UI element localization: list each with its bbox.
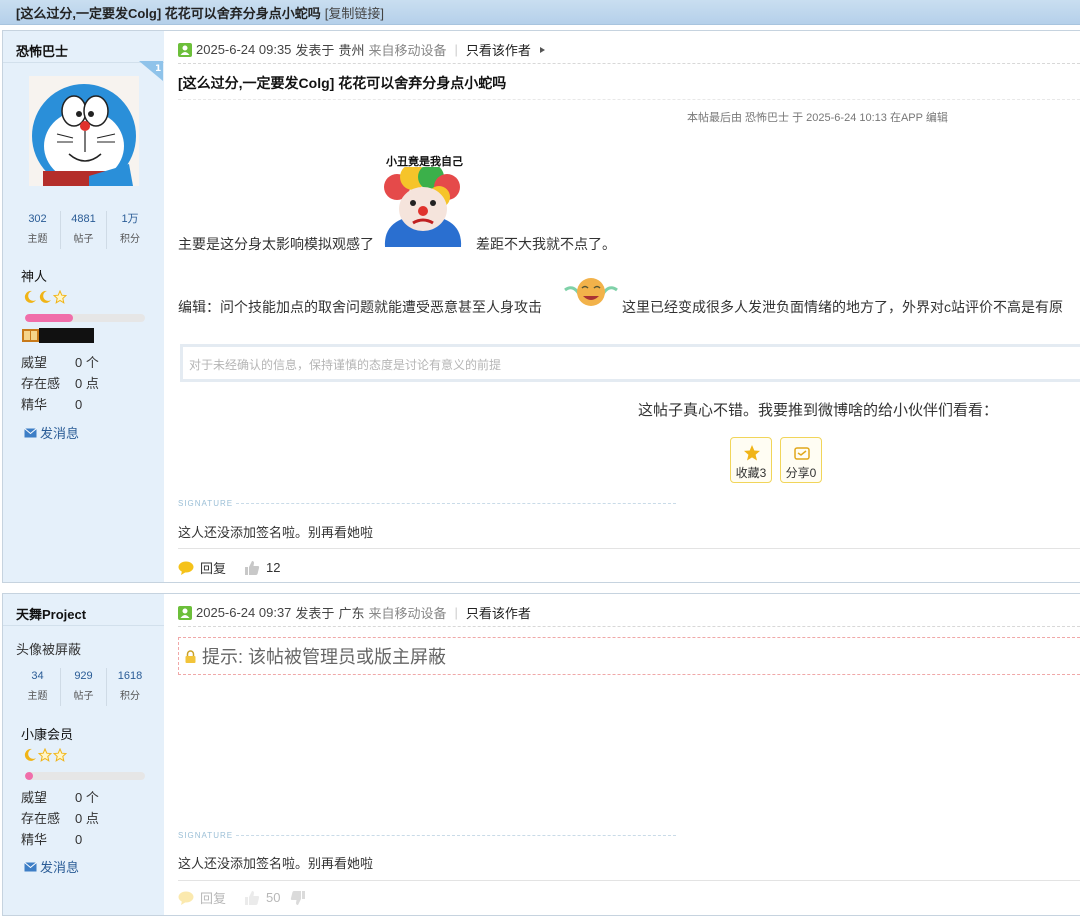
book-medal-icon[interactable]	[22, 329, 39, 342]
author-info: 威望 0 个 存在感 0 点 精华 0	[21, 355, 99, 412]
post-device: 来自移动设备	[368, 606, 447, 621]
like-button[interactable]: 12	[244, 560, 280, 576]
moon-icon	[24, 748, 36, 761]
envelope-icon	[24, 861, 37, 871]
moon-icon	[39, 290, 51, 303]
post-meta: 2025-6-24 09:37 发表于 广东 来自移动设备 | 只看该作者	[178, 603, 531, 622]
favorite-button[interactable]: 收藏3	[730, 437, 772, 483]
user-icon	[178, 42, 192, 57]
svg-text:1: 1	[155, 64, 161, 74]
edit-note: 本帖最后由 恐怖巴士 于 2025-6-24 10:13 在APP 编辑	[687, 112, 948, 124]
medal-row	[22, 328, 94, 343]
author-sidebar: 天舞Project 头像被屏蔽 34 主题 929 帖子 1618 积分 小康会…	[3, 594, 164, 915]
like-count: 50	[266, 890, 281, 905]
rank-stars	[23, 748, 67, 762]
star-icon	[53, 748, 67, 762]
post-2: 天舞Project 头像被屏蔽 34 主题 929 帖子 1618 积分 小康会…	[2, 593, 1080, 916]
only-author-link[interactable]: 只看该作者	[466, 40, 531, 59]
thumbs-up-icon	[245, 560, 260, 575]
stat-posts[interactable]: 4881 帖子	[61, 211, 107, 249]
post-title: [这么过分,一定要发Colg] 花花可以舍弃分身点小蛇吗	[178, 75, 507, 91]
post-meta: 2025-6-24 09:35 发表于 贵州 来自移动设备 | 只看该作者	[178, 40, 547, 59]
star-icon	[38, 748, 52, 762]
post-date: 2025-6-24 09:35	[196, 42, 292, 57]
share-prompt: 这帖子真心不错。我要推到微博啥的给小伙伴们看看：	[638, 402, 999, 419]
share-button[interactable]: 分享0	[780, 437, 822, 483]
speech-bubble-icon	[178, 891, 194, 905]
thumbs-up-icon	[245, 890, 260, 905]
thumbs-down-icon[interactable]	[290, 890, 306, 906]
floor-corner-icon: 1	[139, 61, 163, 81]
post-actions: 回复 12	[178, 558, 280, 577]
avatar-hidden-text: 头像被屏蔽	[16, 642, 82, 657]
only-author-link[interactable]: 只看该作者	[466, 603, 531, 622]
stat-credits[interactable]: 1万 积分	[107, 211, 153, 249]
caret-right-icon[interactable]	[537, 45, 547, 55]
author-stats: 302 主题 4881 帖子 1万 积分	[3, 211, 164, 249]
body-line-2b: 这里已经变成很多人发泄负面情绪的地方了，外界对c站评价不高是有原	[622, 299, 1063, 315]
send-message-link[interactable]: 发消息	[24, 857, 79, 876]
envelope-icon	[24, 427, 37, 437]
rank-stars	[23, 290, 67, 304]
author-sidebar: 恐怖巴士 1 302 主题 4881 帖子 1万 积分 神人 威望 0 个 存在…	[3, 31, 164, 582]
signature-header: SIGNATURE	[178, 831, 677, 840]
star-icon	[53, 290, 67, 304]
clown-sticker[interactable]: 小丑竟是我自己	[373, 151, 473, 247]
author-stats: 34 主题 929 帖子 1618 积分	[3, 668, 164, 706]
post-content: 2025-6-24 09:35 发表于 贵州 来自移动设备 | 只看该作者 [这…	[164, 31, 1080, 582]
body-line-2a: 编辑：问个技能加点的取舍问题就能遭受恶意甚至人身攻击	[178, 299, 542, 315]
star-icon	[744, 445, 760, 461]
stat-topics[interactable]: 34 主题	[15, 668, 61, 706]
moon-icon	[24, 290, 36, 303]
post-1: 恐怖巴士 1 302 主题 4881 帖子 1万 积分 神人 威望 0 个 存在…	[2, 30, 1080, 583]
author-name[interactable]: 恐怖巴士	[3, 31, 164, 63]
stat-posts[interactable]: 929 帖子	[61, 668, 107, 706]
post-location: 广东	[338, 606, 365, 621]
laughing-cry-sticker-icon[interactable]	[563, 276, 619, 310]
body-line-1a: 主要是这分身太影响模拟观感了	[178, 236, 374, 252]
author-info: 威望 0 个 存在感 0 点 精华 0	[21, 790, 99, 847]
thread-title: [这么过分,一定要发Colg] 花花可以舍弃分身点小蛇吗	[16, 5, 321, 21]
post-date: 2025-6-24 09:37	[196, 605, 292, 620]
stat-credits[interactable]: 1618 积分	[107, 668, 153, 706]
blocked-notice: 提示: 该帖被管理员或版主屏蔽	[178, 637, 1080, 675]
post-actions: 回复 50	[178, 888, 306, 907]
share-icon	[794, 447, 810, 460]
reply-button[interactable]: 回复	[178, 558, 226, 577]
exp-progress-bar	[25, 772, 145, 780]
exp-progress-bar	[25, 314, 145, 322]
like-button[interactable]: 50	[244, 890, 280, 906]
reply-button[interactable]: 回复	[178, 888, 226, 907]
speech-bubble-icon	[178, 561, 194, 575]
lock-icon	[185, 649, 196, 663]
copy-link-button[interactable]: [复制链接]	[325, 3, 384, 22]
doraemon-avatar-icon	[29, 76, 139, 186]
post-device: 来自移动设备	[368, 43, 447, 58]
body-line-1b: 差距不大我就不点了。	[476, 236, 616, 252]
post-location: 贵州	[338, 43, 365, 58]
thread-header: [这么过分,一定要发Colg] 花花可以舍弃分身点小蛇吗 [复制链接]	[0, 0, 1080, 25]
author-rank[interactable]: 小康会员	[21, 724, 73, 743]
like-count: 12	[266, 560, 281, 575]
stat-topics[interactable]: 302 主题	[15, 211, 61, 249]
author-rank[interactable]: 神人	[21, 266, 47, 285]
signature-text: 这人还没添加签名啦。别再看她啦	[178, 856, 374, 871]
avatar[interactable]	[29, 76, 139, 186]
user-icon	[178, 605, 192, 620]
clown-sticker-icon	[384, 167, 462, 247]
redacted-medal-bar	[39, 328, 94, 343]
signature-text: 这人还没添加签名啦。别再看她啦	[178, 525, 374, 540]
post-content: 2025-6-24 09:37 发表于 广东 来自移动设备 | 只看该作者 提示…	[164, 594, 1080, 915]
signature-header: SIGNATURE	[178, 499, 677, 508]
quote-box: 对于未经确认的信息，保持谨慎的态度是讨论有意义的前提	[180, 344, 1080, 382]
send-message-link[interactable]: 发消息	[24, 423, 79, 442]
author-name[interactable]: 天舞Project	[3, 594, 164, 626]
